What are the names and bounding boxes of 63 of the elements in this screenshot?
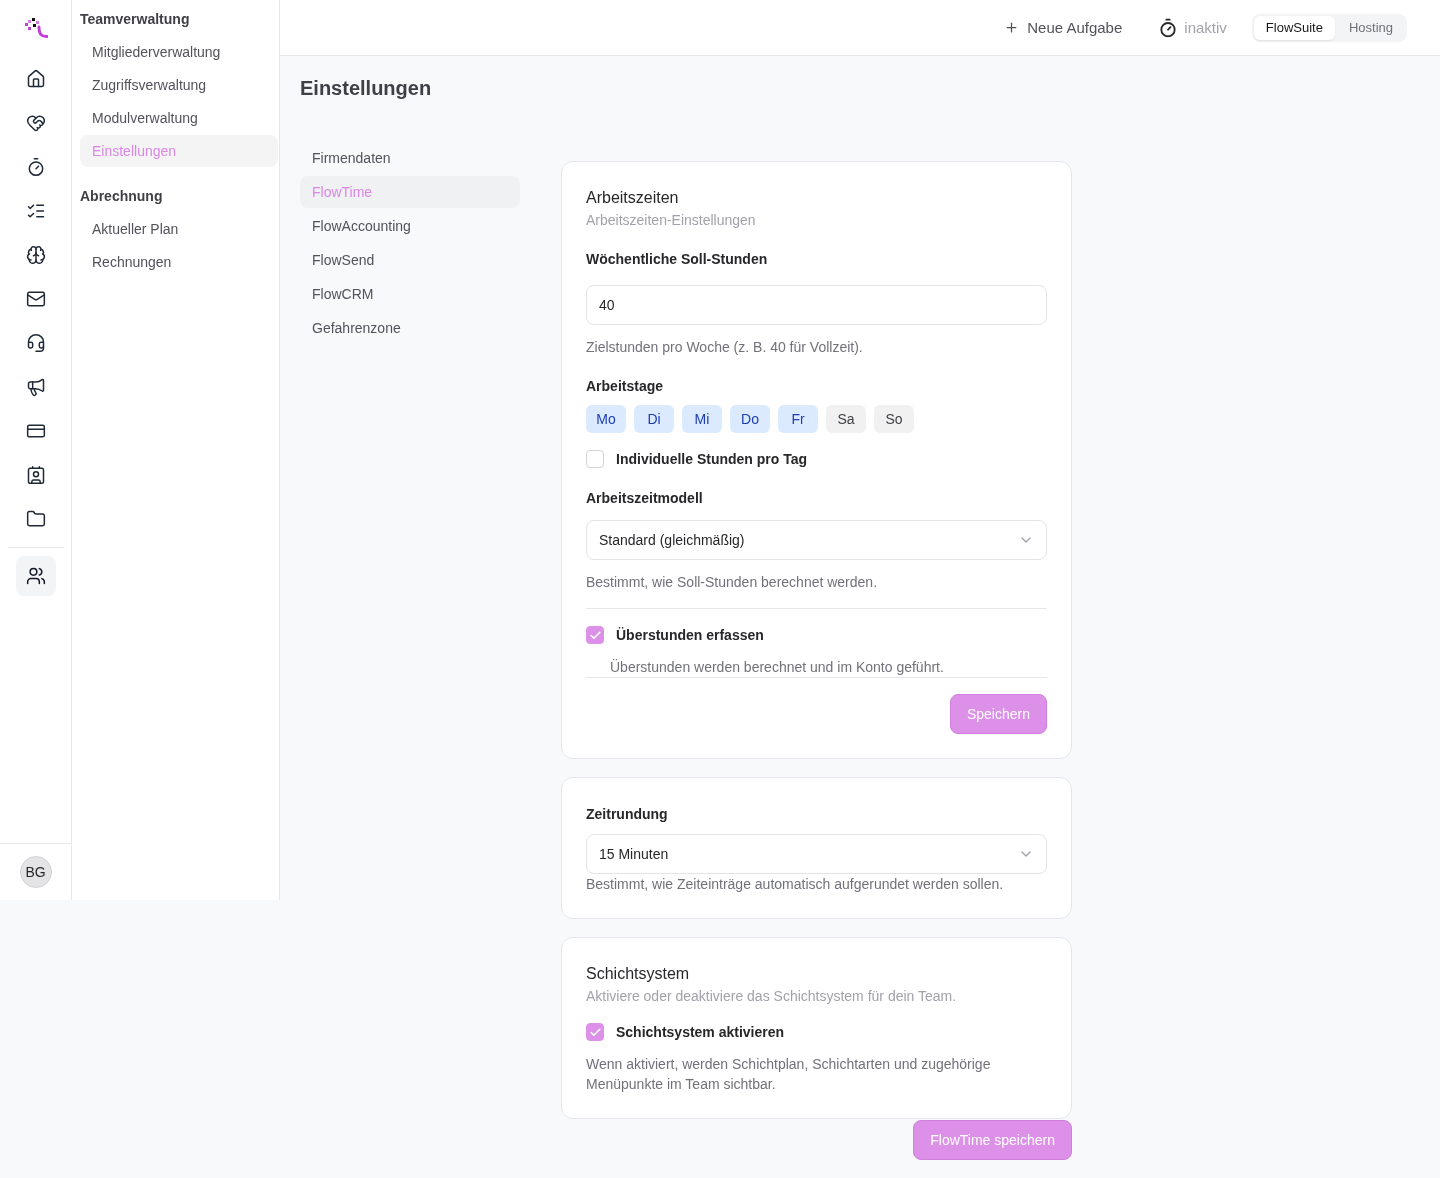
field-hint: Überstunden werden berechnet und im Konto geführt. [610,658,945,677]
hours-input[interactable]: 40 [586,285,1047,325]
folder-icon [25,509,46,529]
checkbox[interactable] [586,450,604,468]
brain-icon [25,245,46,265]
stopwatch-icon [1158,17,1179,38]
headset-icon [25,333,46,353]
logo-icon [23,17,48,41]
card-subtitle: Arbeitszeiten-Einstellungen [586,211,757,230]
sidebar-item[interactable]: Aktueller Plan [80,213,278,245]
sidebar-section-title: Teamverwaltung [80,10,191,29]
day-toggle[interactable]: Di [634,405,674,433]
checklist-icon [25,201,46,221]
card-icon [25,421,46,441]
sidebar-item[interactable]: Modulverwaltung [80,102,278,134]
select-field[interactable]: 15 Minuten [586,834,1047,874]
workspace-tab[interactable]: FlowSuite [1253,15,1335,40]
day-toggle[interactable]: Do [730,405,770,433]
checkbox[interactable] [586,1023,604,1041]
field-label: Arbeitszeitmodell [586,489,704,508]
field-hint: Wenn aktiviert, werden Schichtplan, Schichtarten und zugehörige Menüpunkte im Team sichtbar. [586,1055,992,1094]
sidebar-item[interactable]: Mitgliederverwaltung [80,36,278,68]
checkbox-label: Schichtsystem aktivieren [616,1024,785,1040]
day-toggle[interactable]: Fr [778,405,818,433]
new-task-button[interactable]: Neue Aufgabe [1004,19,1123,36]
field-hint: Zielstunden pro Woche (z. B. 40 für Vollzeit). [586,338,864,357]
sidebar-item[interactable]: Zugriffsverwaltung [80,69,278,101]
field-label: Zeitrundung [586,805,669,824]
settings-nav-item[interactable]: Firmendaten [300,142,520,174]
field-label: Wöchentliche Soll-Stunden [586,250,769,269]
sidebar-item[interactable]: Rechnungen [80,246,278,278]
card-title: Arbeitszeiten [586,188,680,208]
rail-nav-button[interactable] [15,556,56,596]
mail-icon [25,289,46,309]
checkbox-label: Überstunden erfassen [616,627,764,643]
check-icon [588,628,602,642]
day-toggle[interactable]: So [874,405,914,433]
workspace-tab[interactable]: Hosting [1336,15,1405,40]
sidebar-section-title: Abrechnung [80,187,164,206]
users-icon [25,566,46,586]
house-icon [25,69,46,89]
card-title: Schichtsystem [586,964,691,984]
plus-icon [1004,20,1020,35]
select-field[interactable]: Standard (gleichmäßig) [586,520,1047,560]
user-avatar[interactable]: BG [19,856,52,888]
page-title: Einstellungen [300,76,433,100]
settings-nav-item[interactable]: FlowAccounting [300,210,520,242]
day-toggle[interactable]: Mo [586,405,626,433]
settings-nav-item[interactable]: Gefahrenzone [300,312,520,344]
settings-nav-item[interactable]: FlowSend [300,244,520,276]
field-label: Arbeitstage [586,377,665,396]
checkbox[interactable] [586,626,604,644]
contact-card-icon [25,465,46,485]
megaphone-icon [25,377,46,397]
day-toggle[interactable]: Mi [682,405,722,433]
heart-handshake-icon [25,113,46,133]
card-subtitle: Aktiviere oder deaktiviere das Schichtsystem für dein Team. [586,987,958,1006]
field-hint: Bestimmt, wie Soll-Stunden berechnet werden. [586,573,879,592]
settings-nav-item[interactable]: FlowCRM [300,278,520,310]
field-hint: Bestimmt, wie Zeiteinträge automatisch aufgerundet werden sollen. [586,875,1005,894]
check-icon [588,1025,602,1039]
day-toggle[interactable]: Sa [826,405,866,433]
checkbox-label: Individuelle Stunden pro Tag [616,451,808,467]
